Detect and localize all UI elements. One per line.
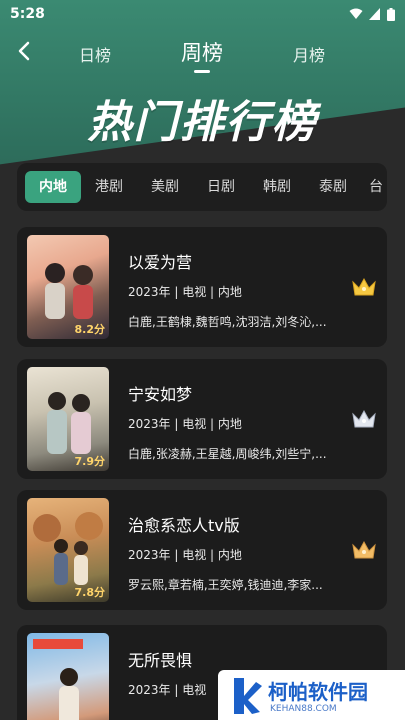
watermark-brand: 柯帕软件园 [268,680,368,704]
tab-daily[interactable]: 日榜 [79,42,111,66]
show-title: 以爱为营 [128,253,193,272]
score-label: 8.2分 [74,323,106,336]
watermark-logo [234,678,262,714]
watermark-url: KEHAN88.COM [270,704,337,714]
category-th[interactable]: 泰剧 [313,171,353,203]
category-bar: 内地 港剧 美剧 日剧 韩剧 泰剧 台 [17,163,387,211]
wifi-icon [349,8,363,19]
show-meta: 2023年 | 电视 | 内地 [128,417,242,431]
status-time: 5:28 [10,6,45,22]
show-meta: 2023年 | 电视 | 内地 [128,548,242,562]
bronze-crown-icon [352,540,376,559]
poster-image: 7.9分 [27,367,109,471]
show-cast: 白鹿,王鹤棣,魏哲鸣,沈羽洁,刘冬沁,... [128,315,327,329]
ranking-card[interactable]: 7.9分 宁安如梦 2023年 | 电视 | 内地 白鹿,张凌赫,王星越,周峻纬… [17,359,387,479]
poster-image [27,633,109,720]
silver-crown-icon [352,409,376,428]
top-nav: 日榜 周榜 月榜 [0,30,405,76]
category-kr[interactable]: 韩剧 [257,171,297,203]
back-arrow-icon[interactable] [10,36,40,66]
tab-monthly[interactable]: 月榜 [293,42,325,66]
show-cast: 罗云熙,章若楠,王奕婷,钱迪迪,李家... [128,578,323,592]
tab-weekly[interactable]: 周榜 [181,37,223,67]
tab-active-indicator [194,70,210,73]
status-bar: 5:28 [0,0,405,28]
category-us[interactable]: 美剧 [145,171,185,203]
score-label: 7.8分 [74,586,106,599]
show-meta: 2023年 | 电视 | 内地 [128,285,242,299]
show-title: 治愈系恋人tv版 [128,516,240,535]
page-title: 热门排行榜 [87,97,318,148]
ranking-card[interactable]: 8.2分 以爱为营 2023年 | 电视 | 内地 白鹿,王鹤棣,魏哲鸣,沈羽洁… [17,227,387,347]
signal-icon [369,8,380,20]
poster-image: 7.8分 [27,498,109,602]
show-title: 宁安如梦 [128,385,193,404]
category-tw[interactable]: 台 [369,171,387,203]
score-label: 7.9分 [74,455,106,468]
battery-icon [387,7,395,21]
show-meta: 2023年 | 电视 [128,683,207,697]
site-watermark: 柯帕软件园 KEHAN88.COM [218,670,405,720]
poster-image: 8.2分 [27,235,109,339]
category-mainland[interactable]: 内地 [25,171,81,203]
ranking-card[interactable]: 7.8分 治愈系恋人tv版 2023年 | 电视 | 内地 罗云熙,章若楠,王奕… [17,490,387,610]
category-jp[interactable]: 日剧 [201,171,241,203]
show-title: 无所畏惧 [128,651,193,670]
category-hk[interactable]: 港剧 [89,171,129,203]
show-cast: 白鹿,张凌赫,王星越,周峻纬,刘些宁,... [128,447,327,461]
gold-crown-icon [352,277,376,296]
